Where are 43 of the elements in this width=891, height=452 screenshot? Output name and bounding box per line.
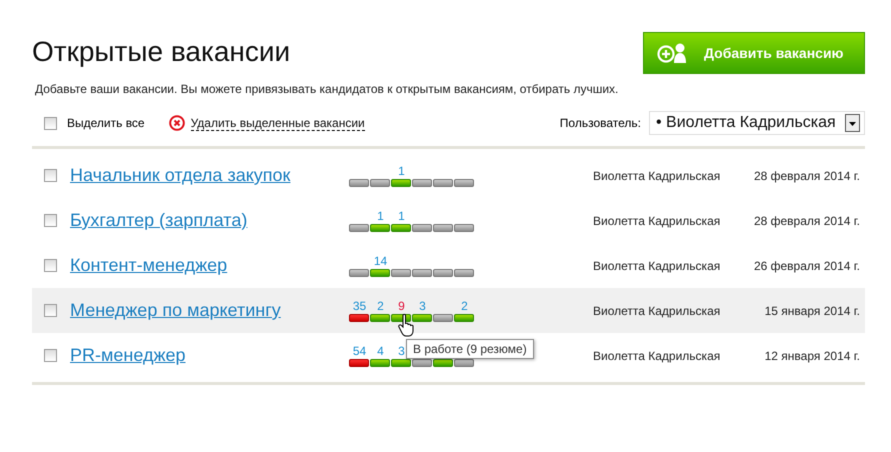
stage-count: 54 [352, 344, 368, 358]
owner-name: Виолетта Кадрильская [593, 348, 722, 362]
stage-count: 1 [397, 209, 406, 223]
stage-count: 9 [397, 299, 406, 313]
page-title: Открытые вакансии [32, 36, 290, 68]
hint-text: Добавьте ваши вакансии. Вы можете привязывать кандидатов к открытым вакансиям, отбирать лучших. [35, 82, 620, 96]
stage-count: 14 [372, 254, 388, 268]
row-checkbox[interactable] [44, 349, 57, 362]
stage-count: 2 [460, 299, 469, 313]
vacancy-link[interactable]: Бухгалтер (зарплата) [70, 210, 337, 231]
vacancy-date: 12 января 2014 г. [764, 348, 860, 362]
stage-count: 4 [376, 344, 385, 358]
stage-count: 1 [376, 209, 385, 223]
row-checkbox[interactable] [44, 169, 57, 182]
stage-count: 1 [397, 164, 406, 178]
vacancy-date: 15 января 2014 г. [764, 304, 860, 318]
vacancy-link[interactable]: Менеджер по маркетингу [70, 300, 337, 321]
stage-count: 3 [418, 299, 427, 313]
vacancy-date: 28 февраля 2014 г. [754, 168, 860, 182]
delete-icon [168, 115, 185, 131]
vacancy-date: 26 февраля 2014 г. [754, 258, 860, 272]
owner-name: Виолетта Кадрильская [593, 304, 722, 318]
add-user-icon [656, 41, 688, 65]
select-all-checkbox[interactable] [44, 116, 57, 130]
owner-name: Виолетта Кадрильская [593, 168, 722, 182]
row-checkbox[interactable] [44, 259, 57, 272]
vacancy-link[interactable]: Начальник отдела закупок [70, 165, 337, 186]
stage-count: 35 [352, 299, 368, 313]
user-label: Пользователь: [560, 116, 641, 130]
row-checkbox[interactable] [44, 214, 57, 227]
select-all-label: Выделить все [67, 116, 145, 130]
stage-count: 3 [397, 344, 406, 358]
delete-selected-link[interactable]: Удалить выделенные вакансии [190, 116, 365, 130]
row-checkbox[interactable] [44, 304, 57, 317]
vacancy-link[interactable]: Контент-менеджер [70, 255, 337, 276]
owner-name: Виолетта Кадрильская [593, 258, 722, 272]
owner-name: Виолетта Кадрильская [593, 214, 722, 228]
stage-count: 2 [376, 299, 385, 313]
user-select[interactable]: • Виолетта Кадрильская [649, 111, 865, 135]
vacancy-date: 28 февраля 2014 г. [754, 214, 860, 228]
vacancy-link[interactable]: PR-менеджер [70, 345, 337, 366]
add-vacancy-button[interactable]: Добавить вакансию [643, 32, 865, 74]
tooltip: В работе (9 резюме) [406, 339, 534, 359]
